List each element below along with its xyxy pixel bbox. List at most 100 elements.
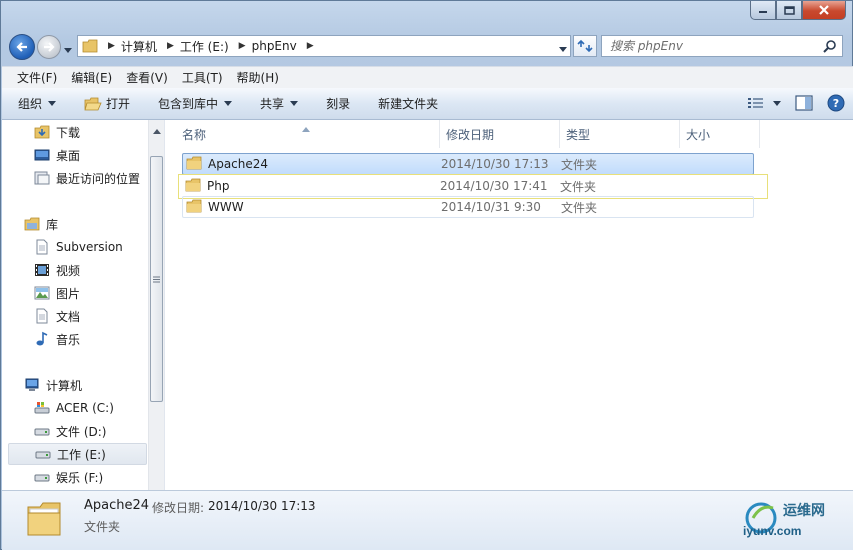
- nav-item-pictures[interactable]: 图片: [34, 282, 80, 304]
- watermark-text: 运维网: [783, 503, 825, 519]
- menu-help[interactable]: 帮助(H): [230, 69, 286, 86]
- file-row-www[interactable]: WWW 2014/10/31 9:30 文件夹: [182, 196, 754, 218]
- new-folder-button[interactable]: 新建文件夹: [378, 95, 438, 112]
- nav-group-computer[interactable]: 计算机: [24, 374, 82, 396]
- view-controls: ?: [733, 94, 845, 112]
- search-input[interactable]: [610, 39, 810, 53]
- selected-item-name: Apache24: [84, 498, 150, 513]
- organize-label: 组织: [18, 97, 43, 111]
- folder-icon: [186, 199, 202, 216]
- change-view-button[interactable]: [747, 96, 765, 110]
- column-header-date[interactable]: 修改日期: [440, 120, 560, 148]
- watermark-url: iyunv.com: [743, 524, 802, 538]
- help-button[interactable]: ?: [827, 94, 845, 112]
- nav-group-libraries[interactable]: 库: [24, 213, 58, 235]
- column-header-label: 修改日期: [446, 127, 495, 142]
- music-icon: [34, 331, 50, 347]
- grip-icon: [153, 276, 160, 282]
- chevron-down-icon: [290, 101, 299, 106]
- nav-item-subversion[interactable]: Subversion: [34, 236, 123, 258]
- nav-group-label: 库: [46, 217, 59, 232]
- picture-icon: [34, 285, 50, 301]
- address-bar[interactable]: ▶ 计算机 ▶ 工作 (E:) ▶ phpEnv ▶: [77, 35, 571, 57]
- search-icon[interactable]: [823, 39, 837, 56]
- scroll-thumb[interactable]: [150, 156, 163, 402]
- desktop-icon: [34, 147, 50, 163]
- file-row-php[interactable]: Php 2014/10/30 17:41 文件夹: [182, 175, 754, 197]
- breadcrumb-current-folder[interactable]: phpEnv: [252, 39, 297, 53]
- nav-item-drive-c[interactable]: ACER (C:): [34, 397, 114, 419]
- nav-item-downloads[interactable]: 下载: [34, 121, 80, 143]
- include-in-library-button[interactable]: 包含到库中: [158, 95, 233, 112]
- menu-view[interactable]: 查看(V): [119, 69, 175, 86]
- search-box[interactable]: [601, 35, 843, 57]
- address-dropdown-button[interactable]: [559, 41, 567, 55]
- column-header-size[interactable]: 大小: [680, 120, 760, 148]
- nav-item-music[interactable]: 音乐: [34, 328, 80, 350]
- column-header-name[interactable]: 名称: [166, 120, 440, 148]
- breadcrumb-separator[interactable]: ▶: [307, 41, 314, 51]
- modified-date-label: 修改日期:: [152, 501, 205, 515]
- library-icon: [24, 216, 40, 232]
- maximize-button[interactable]: [776, 1, 802, 20]
- nav-item-drive-f[interactable]: 娱乐 (F:): [34, 466, 103, 488]
- nav-scrollbar[interactable]: [148, 120, 164, 490]
- menu-file[interactable]: 文件(F): [10, 69, 64, 86]
- burn-button[interactable]: 刻录: [326, 95, 350, 112]
- drive-icon: [34, 423, 50, 439]
- column-header-type[interactable]: 类型: [560, 120, 680, 148]
- open-button[interactable]: 打开: [84, 95, 130, 112]
- recent-pages-button[interactable]: [64, 42, 72, 56]
- share-button[interactable]: 共享: [260, 95, 299, 112]
- nav-item-label: 工作 (E:): [57, 447, 106, 462]
- nav-item-drive-d[interactable]: 文件 (D:): [34, 420, 106, 442]
- computer-icon: [24, 377, 40, 393]
- arrow-right-icon: [44, 42, 55, 52]
- file-date: 2014/10/30 17:13: [441, 157, 549, 171]
- breadcrumb-separator[interactable]: ▶: [167, 41, 174, 51]
- column-header-label: 类型: [566, 127, 591, 142]
- burn-label: 刻录: [326, 97, 351, 111]
- caption-buttons: [750, 1, 846, 21]
- file-row-apache24[interactable]: Apache24 2014/10/30 17:13 文件夹: [182, 153, 754, 175]
- close-button[interactable]: [802, 1, 846, 20]
- view-options-dropdown[interactable]: [773, 100, 781, 106]
- nav-item-label: 图片: [56, 286, 81, 301]
- chevron-down-icon: [48, 101, 57, 106]
- open-folder-icon: [84, 97, 102, 110]
- file-date: 2014/10/31 9:30: [441, 200, 541, 214]
- preview-pane-button[interactable]: [795, 95, 813, 111]
- column-header-label: 名称: [182, 127, 207, 142]
- nav-item-label: 文档: [56, 309, 81, 324]
- nav-item-label: 桌面: [56, 148, 81, 163]
- chevron-down-icon: [64, 48, 72, 53]
- nav-item-label: 文件 (D:): [56, 424, 107, 439]
- organize-button[interactable]: 组织: [18, 95, 57, 112]
- nav-item-desktop[interactable]: 桌面: [34, 144, 80, 166]
- nav-item-drive-e[interactable]: 工作 (E:): [8, 443, 147, 465]
- scroll-up-button[interactable]: [153, 123, 161, 137]
- minimize-button[interactable]: [750, 1, 776, 20]
- nav-item-label: 娱乐 (F:): [56, 470, 104, 485]
- menu-tools[interactable]: 工具(T): [175, 69, 230, 86]
- explorer-window: ▶ 计算机 ▶ 工作 (E:) ▶ phpEnv ▶ 文件(F) 编: [0, 0, 853, 550]
- sort-ascending-icon: [302, 121, 310, 135]
- nav-item-recent-places[interactable]: 最近访问的位置: [34, 167, 140, 189]
- document-library-icon: [34, 239, 50, 255]
- document-icon: [34, 308, 50, 324]
- chevron-down-icon: [773, 100, 781, 106]
- breadcrumb-drive[interactable]: 工作 (E:): [180, 38, 229, 55]
- refresh-button[interactable]: [573, 35, 597, 57]
- breadcrumb-separator[interactable]: ▶: [239, 41, 246, 51]
- file-type: 文件夹: [561, 157, 598, 172]
- breadcrumb-computer[interactable]: 计算机: [121, 38, 157, 55]
- help-icon: ?: [827, 94, 845, 112]
- forward-button[interactable]: [37, 35, 61, 59]
- back-button[interactable]: [9, 34, 35, 60]
- breadcrumb-separator[interactable]: ▶: [108, 41, 115, 51]
- navigation-bar: ▶ 计算机 ▶ 工作 (E:) ▶ phpEnv ▶: [7, 31, 847, 61]
- nav-item-videos[interactable]: 视频: [34, 259, 80, 281]
- menu-edit[interactable]: 编辑(E): [64, 69, 119, 86]
- nav-item-documents[interactable]: 文档: [34, 305, 80, 327]
- watermark-logo: 运维网 iyunv.com: [743, 496, 843, 544]
